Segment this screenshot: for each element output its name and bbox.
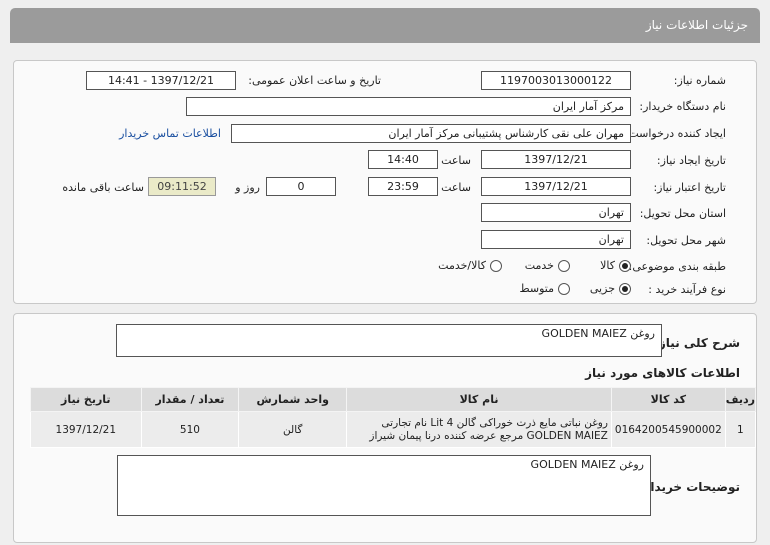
- contact-buyer-link[interactable]: اطلاعات تماس خریدار: [119, 127, 221, 140]
- validity-label: تاریخ اعتبار نیاز:: [653, 181, 726, 194]
- validity-date-field: 1397/12/21: [481, 177, 631, 196]
- col-date: تاریخ نیاز: [30, 387, 142, 412]
- creator-label: ایجاد کننده درخواست:: [624, 127, 726, 140]
- created-time-label: ساعت: [441, 154, 471, 167]
- items-table: ردیف کد کالا نام کالا واحد شمارش تعداد /…: [30, 387, 757, 448]
- col-row: ردیف: [724, 387, 757, 412]
- purchase-option-minor[interactable]: جزیی: [590, 282, 631, 295]
- validity-time-label: ساعت: [441, 181, 471, 194]
- category-option-goods-service[interactable]: کالا/خدمت: [438, 259, 502, 272]
- items-title: اطلاعات کالاهای مورد نیاز: [585, 366, 740, 380]
- cell-date: 1397/12/21: [30, 411, 142, 448]
- purchase-option-medium[interactable]: متوسط: [519, 282, 570, 295]
- table-header-row: ردیف کد کالا نام کالا واحد شمارش تعداد /…: [30, 387, 757, 412]
- need-details-panel: شماره نیاز: 1197003013000122 تاریخ و ساع…: [13, 60, 757, 304]
- buyer-org-field: مرکز آمار ایران: [186, 97, 631, 116]
- remaining-time: 09:11:52: [148, 177, 216, 196]
- validity-time-field: 23:59: [368, 177, 438, 196]
- created-date-field: 1397/12/21: [481, 150, 631, 169]
- radio-icon[interactable]: [490, 260, 502, 272]
- purchase-type-label: نوع فرآیند خرید :: [648, 283, 726, 296]
- buyer-notes-field: روغن GOLDEN MAIEZ: [117, 455, 651, 516]
- remaining-label: ساعت باقی مانده: [62, 181, 144, 194]
- category-option-goods[interactable]: کالا: [600, 259, 631, 272]
- announce-label: تاریخ و ساعت اعلان عمومی:: [248, 74, 381, 87]
- cell-code: 0164200545900002: [610, 411, 726, 448]
- city-label: شهر محل تحویل:: [646, 234, 726, 247]
- col-unit: واحد شمارش: [238, 387, 348, 412]
- cell-unit: گالن: [238, 411, 348, 448]
- days-field: 0: [266, 177, 336, 196]
- page-title: جزئیات اطلاعات نیاز: [645, 18, 748, 32]
- province-label: استان محل تحویل:: [639, 207, 726, 220]
- page-header: جزئیات اطلاعات نیاز: [10, 8, 760, 43]
- radio-icon[interactable]: [558, 283, 570, 295]
- col-code: کد کالا: [610, 387, 726, 412]
- col-qty: تعداد / مقدار: [140, 387, 240, 412]
- buyer-notes-label: توضیحات خریدار:: [638, 480, 740, 494]
- buyer-org-label: نام دستگاه خریدار:: [639, 100, 726, 113]
- radio-selected-icon[interactable]: [619, 260, 631, 272]
- created-date-label: تاریخ ایجاد نیاز:: [656, 154, 726, 167]
- summary-field: روغن GOLDEN MAIEZ: [116, 324, 662, 357]
- days-label: روز و: [235, 181, 260, 194]
- category-option-service[interactable]: خدمت: [525, 259, 570, 272]
- cell-row: 1: [724, 411, 757, 448]
- province-field: تهران: [481, 203, 631, 222]
- need-number-label: شماره نیاز:: [673, 74, 726, 87]
- need-number-field: 1197003013000122: [481, 71, 631, 90]
- cell-name: روغن نباتی مایع ذرت خوراکی گالن 4 Lit نا…: [346, 411, 612, 448]
- radio-selected-icon[interactable]: [619, 283, 631, 295]
- cell-qty: 510: [140, 411, 240, 448]
- city-field: تهران: [481, 230, 631, 249]
- creator-field: مهران علی نقی کارشناس پشتیبانی مرکز آمار…: [231, 124, 631, 143]
- created-time-field: 14:40: [368, 150, 438, 169]
- table-row: 1 0164200545900002 روغن نباتی مایع ذرت خ…: [30, 411, 757, 448]
- items-panel: شرح کلی نیاز: روغن GOLDEN MAIEZ اطلاعات …: [13, 313, 757, 543]
- category-label: طبقه بندی موضوعی:: [628, 260, 726, 273]
- col-name: نام کالا: [346, 387, 612, 412]
- announce-field: 1397/12/21 - 14:41: [86, 71, 236, 90]
- summary-label: شرح کلی نیاز:: [654, 336, 740, 350]
- radio-icon[interactable]: [558, 260, 570, 272]
